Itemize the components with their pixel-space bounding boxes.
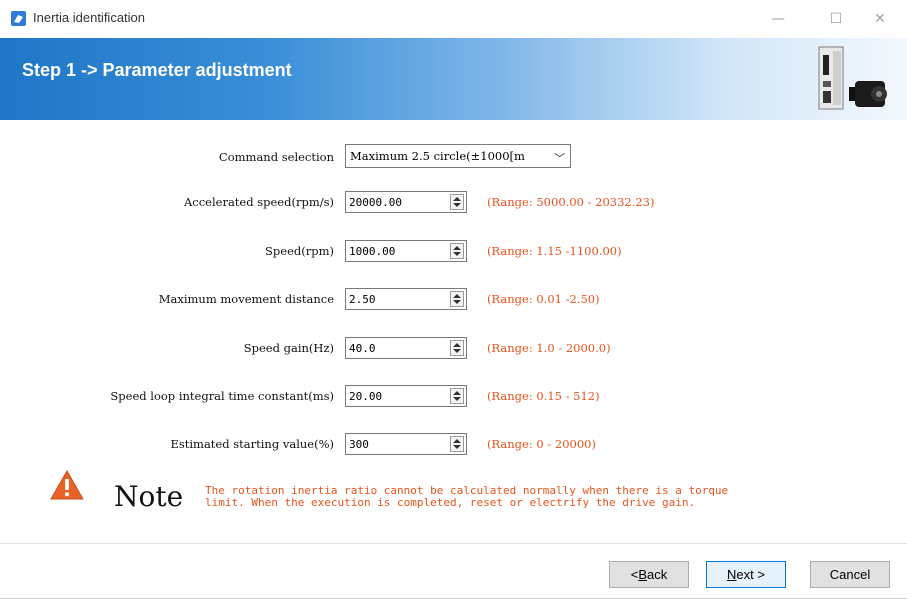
spin-up-icon[interactable] [453, 246, 461, 250]
spin-buttons[interactable] [450, 340, 464, 356]
field-row-accelerated-speed: Accelerated speed(rpm/s) (Range: 5000.00… [0, 191, 907, 215]
back-button[interactable]: < Back [609, 561, 689, 588]
field-row-speed: Speed(rpm) (Range: 1.15 -1100.00) [0, 240, 907, 264]
starting-value-spinbox[interactable] [345, 433, 467, 455]
spin-buttons[interactable] [450, 388, 464, 404]
integral-time-input[interactable] [346, 386, 445, 406]
accelerated-speed-input[interactable] [346, 192, 445, 212]
accelerated-speed-label: Accelerated speed(rpm/s) [183, 195, 334, 209]
warning-icon [50, 470, 84, 500]
servo-drive-motor-image [818, 46, 887, 110]
command-selection-value: Maximum 2.5 circle(±1000[m [350, 149, 525, 163]
speed-input[interactable] [346, 241, 445, 261]
next-label-rest: ext > [736, 567, 765, 582]
spin-buttons[interactable] [450, 194, 464, 210]
integral-time-label: Speed loop integral time constant(ms) [110, 389, 334, 403]
accelerated-speed-spinbox[interactable] [345, 191, 467, 213]
speed-range: (Range: 1.15 -1100.00) [487, 244, 622, 258]
field-row-max-distance: Maximum movement distance (Range: 0.01 -… [0, 288, 907, 312]
next-button[interactable]: Next > [706, 561, 786, 588]
title-bar: Inertia identification — ☐ ✕ [0, 0, 907, 38]
back-accel-key: B [638, 567, 648, 582]
maximize-button[interactable]: ☐ [818, 6, 854, 32]
window-title: Inertia identification [33, 10, 146, 25]
spin-up-icon[interactable] [453, 439, 461, 443]
spin-up-icon[interactable] [453, 343, 461, 347]
spin-down-icon[interactable] [453, 397, 461, 401]
speed-gain-input[interactable] [346, 338, 445, 358]
spin-up-icon[interactable] [453, 294, 461, 298]
spin-down-icon[interactable] [453, 445, 461, 449]
max-distance-range: (Range: 0.01 -2.50) [487, 292, 600, 306]
speed-label: Speed(rpm) [265, 244, 334, 258]
minimize-button[interactable]: — [760, 6, 796, 32]
footer-divider [0, 543, 907, 544]
spin-buttons[interactable] [450, 243, 464, 259]
speed-spinbox[interactable] [345, 240, 467, 262]
cancel-button[interactable]: Cancel [810, 561, 890, 588]
max-distance-input[interactable] [346, 289, 445, 309]
command-selection-label: Command selection [218, 150, 334, 164]
max-distance-spinbox[interactable] [345, 288, 467, 310]
spin-buttons[interactable] [450, 291, 464, 307]
max-distance-label: Maximum movement distance [158, 292, 334, 306]
field-row-starting-value: Estimated starting value(%) (Range: 0 - … [0, 433, 907, 457]
back-label-rest: ack [647, 567, 668, 582]
back-prefix: < [630, 567, 639, 582]
field-row-integral-time: Speed loop integral time constant(ms) (R… [0, 385, 907, 409]
step-title: Step 1 -> Parameter adjustment [22, 60, 292, 80]
note-text: The rotation inertia ratio cannot be cal… [205, 485, 729, 509]
spin-down-icon[interactable] [453, 300, 461, 304]
speed-gain-range: (Range: 1.0 - 2000.0) [487, 341, 611, 355]
speed-gain-label: Speed gain(Hz) [243, 341, 334, 355]
field-row-speed-gain: Speed gain(Hz) (Range: 1.0 - 2000.0) [0, 337, 907, 361]
speed-gain-spinbox[interactable] [345, 337, 467, 359]
note-heading: Note [114, 480, 184, 513]
window-bottom-edge [0, 598, 907, 599]
spin-down-icon[interactable] [453, 203, 461, 207]
chevron-down-icon: ﹀ [554, 152, 565, 165]
app-icon [11, 11, 26, 26]
accelerated-speed-range: (Range: 5000.00 - 20332.23) [487, 195, 655, 209]
starting-value-range: (Range: 0 - 20000) [487, 437, 596, 451]
integral-time-range: (Range: 0.15 - 512) [487, 389, 600, 403]
starting-value-input[interactable] [346, 434, 445, 454]
next-accel-key: N [727, 567, 737, 582]
spin-down-icon[interactable] [453, 252, 461, 256]
spin-up-icon[interactable] [453, 197, 461, 201]
command-selection-dropdown[interactable]: Maximum 2.5 circle(±1000[m ﹀ [345, 144, 571, 168]
spin-up-icon[interactable] [453, 391, 461, 395]
integral-time-spinbox[interactable] [345, 385, 467, 407]
header-banner: Step 1 -> Parameter adjustment [0, 38, 907, 120]
spin-buttons[interactable] [450, 436, 464, 452]
spin-down-icon[interactable] [453, 349, 461, 353]
starting-value-label: Estimated starting value(%) [170, 437, 334, 451]
close-button[interactable]: ✕ [862, 6, 898, 32]
